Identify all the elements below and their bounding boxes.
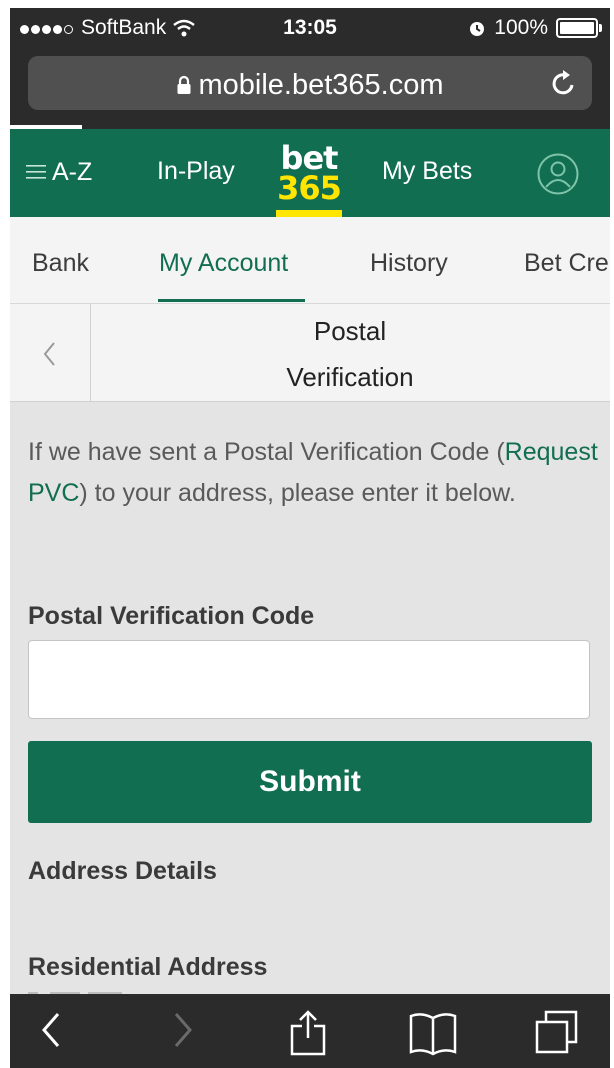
main-content: If we have sent a Postal Verification Co… <box>10 402 610 1012</box>
bet365-logo[interactable]: bet 365 <box>276 142 342 207</box>
url-display[interactable]: mobile.bet365.com <box>28 68 592 102</box>
active-tab-indicator <box>158 299 305 302</box>
url-text: mobile.bet365.com <box>198 68 444 101</box>
intro-text-end: ) to your address, please enter it below… <box>79 479 516 507</box>
az-label: A-Z <box>52 157 93 186</box>
chevron-left-icon <box>43 342 55 366</box>
tab-bank[interactable]: Bank <box>32 249 89 278</box>
intro-text: If we have sent a Postal Verification Co… <box>28 432 598 514</box>
share-icon[interactable] <box>288 1010 328 1056</box>
submit-button[interactable]: Submit <box>28 741 592 823</box>
inplay-link[interactable]: In-Play <box>157 157 235 186</box>
account-icon[interactable] <box>537 153 579 195</box>
bookmarks-icon[interactable] <box>408 1010 458 1056</box>
tab-history[interactable]: History <box>370 249 448 278</box>
address-bar[interactable]: mobile.bet365.com <box>28 56 592 110</box>
back-button[interactable] <box>10 304 91 401</box>
alarm-icon <box>470 22 485 36</box>
browser-chrome: SoftBank 13:05 100% mobile.bet365.com <box>10 8 610 130</box>
page-title: Postal Verification <box>90 308 610 400</box>
battery-icon <box>556 18 602 38</box>
tab-my-account[interactable]: My Account <box>159 249 288 278</box>
battery-percent: 100% <box>494 16 548 39</box>
page-subheader: Postal Verification <box>10 304 610 402</box>
status-bar: SoftBank 13:05 100% <box>10 8 610 48</box>
pvc-input[interactable] <box>28 640 590 719</box>
az-menu-button[interactable]: A-Z <box>26 157 92 187</box>
battery-group: 100% <box>468 16 602 40</box>
reload-icon[interactable] <box>550 68 578 98</box>
page-title-line2: Verification <box>286 362 414 392</box>
tab-bet-credits[interactable]: Bet Cre <box>524 249 609 278</box>
account-tabs: Bank My Account History Bet Cre <box>10 217 610 304</box>
battery-fill <box>560 22 594 34</box>
logo-365: 365 <box>277 169 342 207</box>
mybets-link[interactable]: My Bets <box>382 157 472 186</box>
logo-underline <box>276 210 342 217</box>
address-details-heading: Address Details <box>28 857 217 885</box>
residential-address-heading: Residential Address <box>28 953 268 981</box>
forward-icon[interactable] <box>168 1010 198 1050</box>
mobile-screen: SoftBank 13:05 100% mobile.bet365.com A-… <box>10 8 610 1068</box>
browser-toolbar <box>10 994 610 1068</box>
page-title-line1: Postal <box>313 316 387 346</box>
menu-icon <box>26 165 46 179</box>
pvc-label: Postal Verification Code <box>28 602 315 630</box>
site-header: A-Z In-Play bet 365 My Bets <box>10 129 610 217</box>
back-icon[interactable] <box>36 1010 66 1050</box>
intro-text-start: If we have sent a Postal Verification Co… <box>28 438 505 466</box>
lock-icon <box>177 76 191 95</box>
tabs-icon[interactable] <box>534 1010 580 1056</box>
